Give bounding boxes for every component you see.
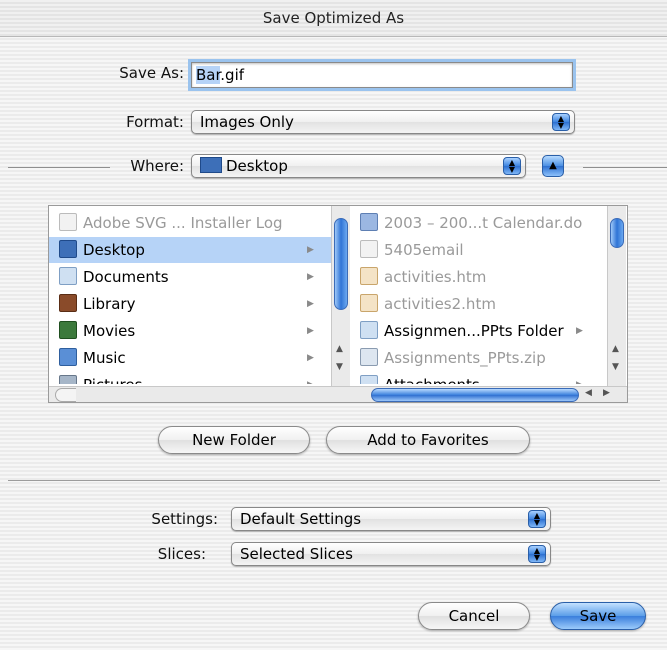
slices-label: Slices: — [157, 545, 206, 563]
disclosure-triangle-icon: ▶ — [576, 326, 583, 336]
list-item[interactable]: Adobe SVG ... Installer Log — [49, 210, 331, 236]
disclosure-triangle-icon: ▶ — [307, 272, 314, 282]
save-as-field[interactable]: Bar.gif — [191, 62, 573, 88]
list-item[interactable]: Assignments_PPts.zip — [350, 345, 606, 371]
scroll-down-arrow-icon[interactable]: ▼ — [336, 362, 343, 372]
list-item[interactable]: 5405email — [350, 237, 606, 263]
left-column-scrollbar[interactable]: ▲ ▼ — [331, 206, 350, 386]
slices-value: Selected Slices — [240, 545, 353, 563]
browser-column-right: 2003 – 200...t Calendar.do 5405email act… — [350, 210, 606, 384]
list-item[interactable]: Pictures ▶ — [49, 372, 331, 384]
save-as-label: Save As: — [119, 64, 184, 82]
scroll-thumb[interactable] — [334, 218, 348, 310]
where-label: Where: — [130, 157, 184, 175]
scroll-up-arrow-icon[interactable]: ▲ — [612, 344, 619, 354]
format-popup[interactable]: Images Only ▲ ▼ — [191, 110, 575, 134]
list-item[interactable]: Library ▶ — [49, 291, 331, 317]
list-item[interactable]: Documents ▶ — [49, 264, 331, 290]
scroll-left-arrow-icon[interactable]: ◀ — [585, 388, 592, 398]
popup-arrows-icon: ▲ ▼ — [552, 113, 570, 131]
list-item-selected[interactable]: Desktop ▶ — [49, 237, 331, 263]
zip-archive-icon — [360, 348, 378, 366]
movies-folder-icon — [59, 321, 77, 339]
horizontal-scrollbar[interactable]: ◀ ▶ — [49, 386, 627, 402]
desktop-icon — [59, 240, 77, 258]
scroll-track-cap — [55, 388, 76, 402]
html-file-icon — [360, 267, 378, 285]
file-browser[interactable]: Adobe SVG ... Installer Log Desktop ▶ Do… — [48, 205, 628, 403]
desktop-icon — [200, 157, 222, 173]
format-label: Format: — [126, 113, 184, 131]
save-as-extension: .gif — [220, 66, 245, 84]
list-item[interactable]: Movies ▶ — [49, 318, 331, 344]
scroll-down-arrow-icon[interactable]: ▼ — [612, 362, 619, 372]
document-icon — [59, 213, 77, 231]
music-folder-icon — [59, 348, 77, 366]
document-icon — [360, 240, 378, 258]
disclosure-triangle-icon: ▶ — [307, 372, 314, 384]
list-item[interactable]: Attachments ▶ — [350, 372, 606, 384]
list-item[interactable]: Assignmen...PPts Folder ▶ — [350, 318, 606, 344]
settings-label: Settings: — [151, 510, 218, 528]
window-title: Save Optimized As — [0, 0, 667, 37]
new-folder-button[interactable]: New Folder — [158, 426, 310, 454]
folder-icon — [360, 321, 378, 339]
section-divider — [8, 480, 660, 481]
disclosure-triangle-icon: ▶ — [307, 299, 314, 309]
browser-column-left: Adobe SVG ... Installer Log Desktop ▶ Do… — [49, 210, 331, 384]
list-item[interactable]: 2003 – 200...t Calendar.do — [350, 210, 606, 236]
format-value: Images Only — [200, 113, 294, 131]
pictures-folder-icon — [59, 375, 77, 384]
folder-icon — [59, 267, 77, 285]
library-folder-icon — [59, 294, 77, 312]
where-rule-left — [8, 167, 110, 168]
disclosure-triangle-icon: ▶ — [307, 326, 314, 336]
settings-popup[interactable]: Default Settings ▲ ▼ — [231, 507, 551, 531]
where-value: Desktop — [226, 157, 288, 175]
slices-popup[interactable]: Selected Slices ▲ ▼ — [231, 542, 551, 566]
triangle-up-icon: ▲ — [549, 160, 557, 171]
list-item[interactable]: activities.htm — [350, 264, 606, 290]
scroll-thumb[interactable] — [610, 218, 624, 248]
disclosure-triangle-icon: ▶ — [307, 353, 314, 363]
disclosure-triangle-icon: ▶ — [576, 372, 583, 384]
expand-collapse-button[interactable]: ▲ — [542, 155, 564, 177]
save-button[interactable]: Save — [550, 602, 646, 630]
word-document-icon — [360, 213, 378, 231]
html-file-icon — [360, 294, 378, 312]
scroll-right-arrow-icon[interactable]: ▶ — [603, 388, 610, 398]
scroll-up-arrow-icon[interactable]: ▲ — [336, 344, 343, 354]
popup-arrows-icon: ▲ ▼ — [528, 545, 546, 563]
add-to-favorites-button[interactable]: Add to Favorites — [326, 426, 530, 454]
folder-icon — [360, 375, 378, 384]
settings-value: Default Settings — [240, 510, 362, 528]
scroll-thumb[interactable] — [371, 388, 579, 402]
disclosure-triangle-icon: ▶ — [307, 245, 314, 255]
right-column-scrollbar[interactable]: ▲ ▼ — [607, 206, 626, 386]
list-item[interactable]: activities2.htm — [350, 291, 606, 317]
where-popup[interactable]: Desktop ▲ ▼ — [191, 154, 526, 178]
save-as-selected-text: Bar — [196, 66, 221, 84]
cancel-button[interactable]: Cancel — [418, 602, 530, 630]
list-item[interactable]: Music ▶ — [49, 345, 331, 371]
popup-arrows-icon: ▲ ▼ — [528, 510, 546, 528]
where-rule-right — [583, 167, 667, 168]
popup-arrows-icon: ▲ ▼ — [503, 157, 521, 175]
